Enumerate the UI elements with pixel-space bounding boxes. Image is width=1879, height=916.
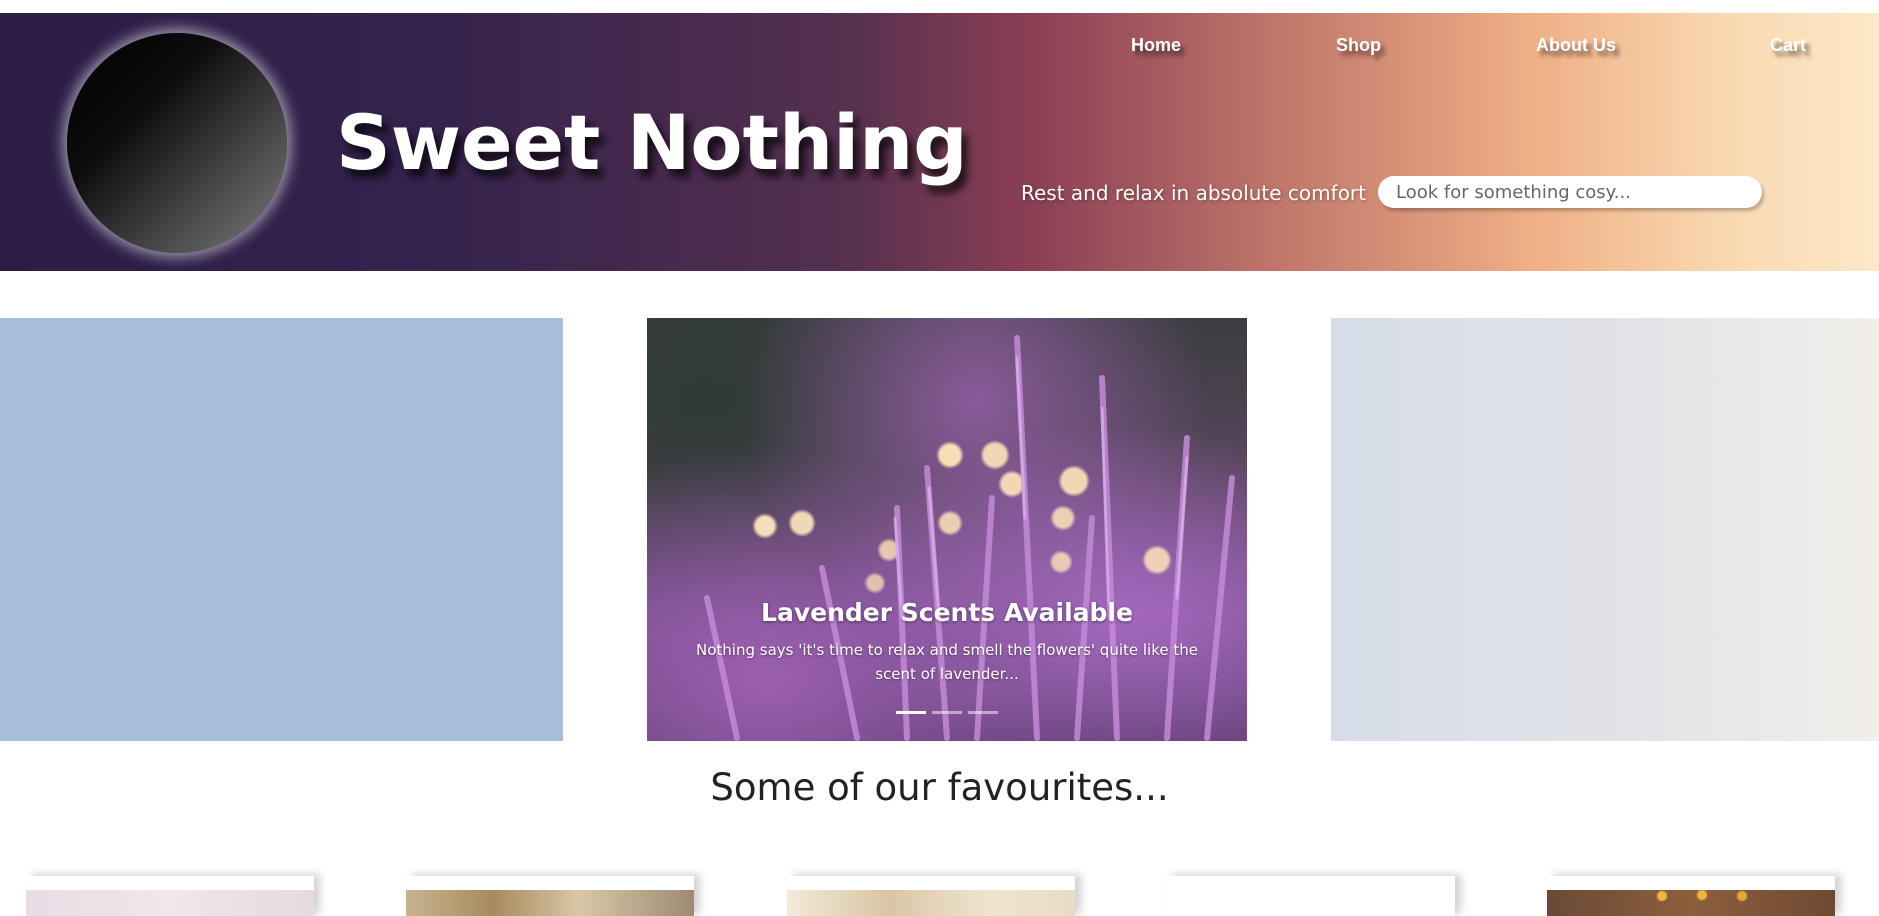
- product-card[interactable]: [1167, 876, 1455, 916]
- product-image: [406, 890, 694, 916]
- logo-circle-icon[interactable]: [67, 33, 287, 253]
- carousel: Lavender Scents Available Nothing says '…: [0, 318, 1879, 741]
- slide-caption-text: Nothing says 'it's time to relax and sme…: [696, 641, 1198, 683]
- nav-home-link[interactable]: Home: [1131, 35, 1181, 56]
- product-image: [1167, 890, 1455, 916]
- favourites-row: [0, 876, 1879, 916]
- carousel-indicator-1[interactable]: [896, 711, 926, 714]
- top-spacer: [0, 0, 1879, 13]
- site-header: Sweet Nothing Home Shop About Us Cart Re…: [0, 13, 1879, 271]
- carousel-prev-slide[interactable]: [0, 318, 563, 741]
- carousel-indicators: [647, 711, 1247, 715]
- product-image: [787, 890, 1075, 916]
- carousel-active-slide[interactable]: Lavender Scents Available Nothing says '…: [647, 318, 1247, 741]
- search-input[interactable]: [1378, 176, 1762, 208]
- favourites-heading: Some of our favourites...: [710, 766, 1169, 809]
- product-image: [1547, 890, 1835, 916]
- product-card[interactable]: [787, 876, 1075, 916]
- product-card[interactable]: [406, 876, 694, 916]
- site-title: Sweet Nothing: [336, 98, 968, 187]
- nav-shop-link[interactable]: Shop: [1336, 35, 1381, 56]
- tagline: Rest and relax in absolute comfort: [1021, 181, 1366, 205]
- product-image: [26, 890, 314, 916]
- slide-caption-title: Lavender Scents Available: [761, 598, 1133, 627]
- nav-cart-link[interactable]: Cart: [1770, 35, 1806, 56]
- main-nav: Home Shop About Us Cart: [0, 35, 1879, 59]
- carousel-next-slide[interactable]: [1331, 318, 1879, 741]
- carousel-indicator-3[interactable]: [968, 711, 998, 714]
- product-card[interactable]: [26, 876, 314, 916]
- carousel-indicator-2[interactable]: [932, 711, 962, 714]
- nav-about-us-link[interactable]: About Us: [1536, 35, 1616, 56]
- product-card[interactable]: [1547, 876, 1835, 916]
